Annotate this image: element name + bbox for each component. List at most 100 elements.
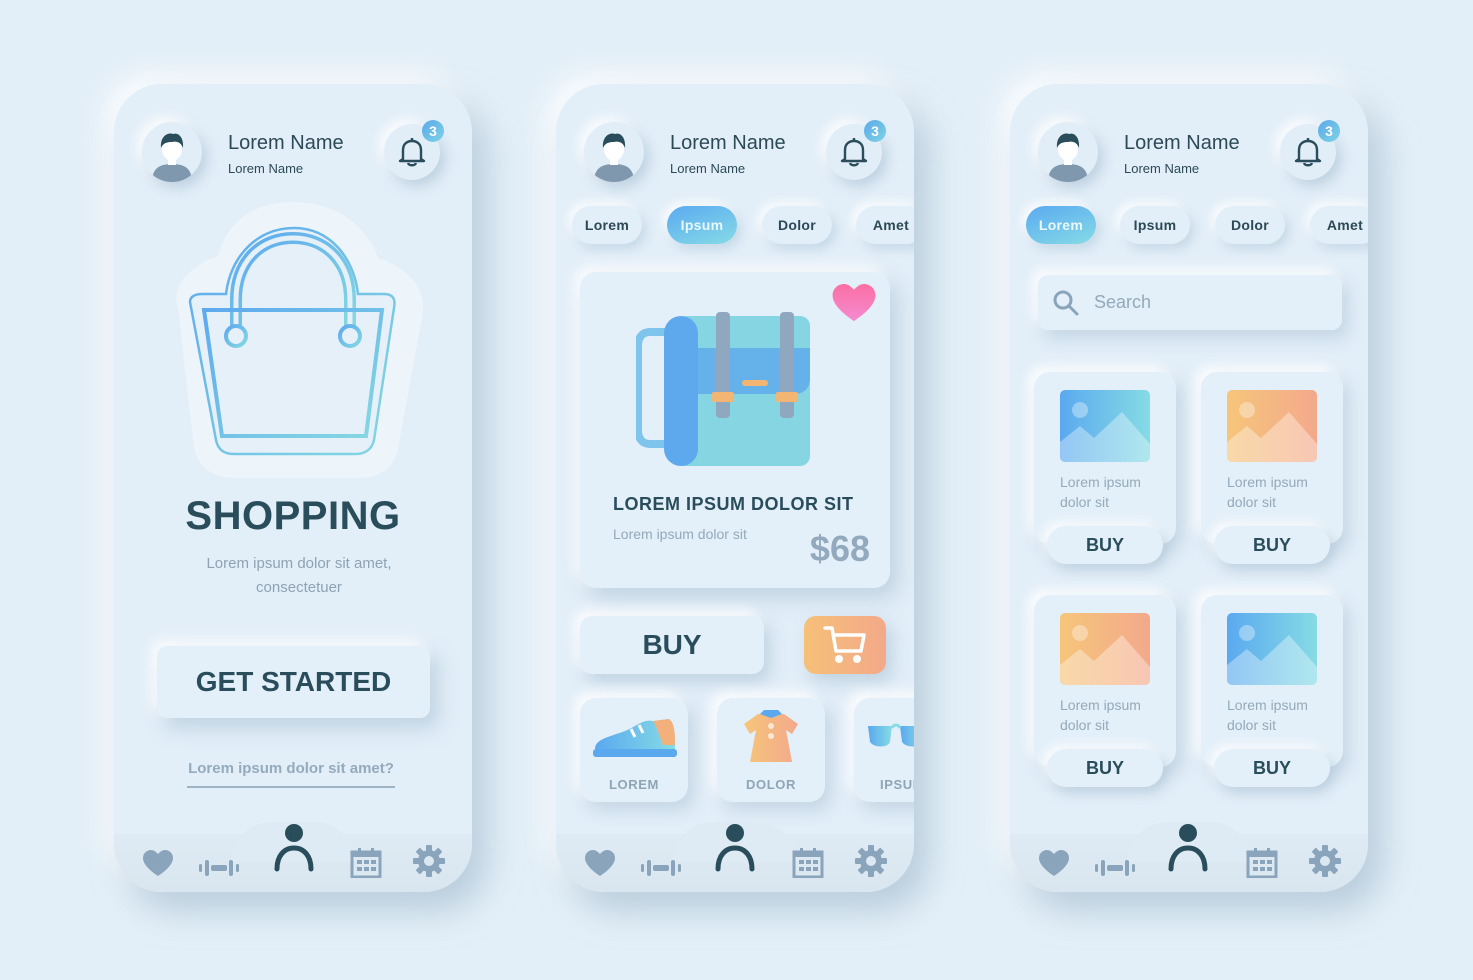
product-card[interactable]: LOREM IPSUM DOLOR SIT Lorem ipsum dolor … bbox=[580, 272, 890, 588]
chip-dolor[interactable]: Dolor bbox=[762, 206, 832, 244]
category-card-lorem[interactable]: LOREM bbox=[580, 698, 688, 802]
nav-calendar[interactable] bbox=[792, 848, 824, 878]
buy-button[interactable]: BUY bbox=[1047, 526, 1163, 564]
add-to-cart-button[interactable] bbox=[804, 616, 886, 674]
nav-profile[interactable] bbox=[272, 824, 316, 872]
dumbbell-icon bbox=[199, 860, 239, 876]
search-bar[interactable] bbox=[1038, 275, 1342, 330]
sneaker-icon bbox=[593, 719, 677, 757]
category-label: LOREM bbox=[609, 777, 659, 792]
cart-icon bbox=[823, 626, 866, 663]
nav-settings[interactable] bbox=[412, 844, 446, 878]
profile-icon bbox=[1168, 824, 1208, 872]
phone-screen-welcome: Lorem Name Lorem Name 3 SHOPPING Lorem i… bbox=[114, 84, 472, 892]
avatar[interactable] bbox=[142, 122, 202, 182]
product-tile[interactable]: Lorem ipsum dolor sit BUY bbox=[1201, 372, 1343, 564]
nav-fitness[interactable] bbox=[198, 858, 240, 878]
chip-amet[interactable]: Amet bbox=[1310, 206, 1368, 244]
avatar[interactable] bbox=[584, 122, 644, 182]
user-name: Lorem Name bbox=[1124, 132, 1240, 154]
bell-icon bbox=[840, 138, 868, 167]
phone-screen-catalog: Lorem Name Lorem Name 3 Lorem Ipsum Dolo… bbox=[1010, 84, 1368, 892]
product-tile[interactable]: Lorem ipsum dolor sit BUY bbox=[1034, 372, 1176, 564]
nav-fitness[interactable] bbox=[1094, 858, 1136, 878]
category-card-ipsum[interactable]: IPSUM bbox=[854, 698, 914, 802]
buy-button[interactable]: BUY bbox=[1214, 749, 1330, 787]
dumbbell-icon bbox=[1095, 860, 1135, 876]
nav-favorites[interactable] bbox=[1038, 850, 1070, 878]
notifications-button[interactable]: 3 bbox=[384, 120, 444, 180]
user-subtitle: Lorem Name bbox=[670, 161, 746, 176]
avatar[interactable] bbox=[1038, 122, 1098, 182]
help-link[interactable]: Lorem ipsum dolor sit amet? bbox=[187, 760, 395, 788]
buy-button[interactable]: BUY bbox=[580, 616, 764, 674]
settings-gear-icon bbox=[1309, 845, 1341, 877]
page-subtitle: Lorem ipsum dolor sit amet, consectetuer bbox=[206, 555, 392, 596]
product-thumbnail bbox=[1060, 613, 1150, 685]
image-placeholder-icon bbox=[1060, 613, 1150, 685]
chip-lorem[interactable]: Lorem bbox=[1026, 206, 1096, 244]
chip-lorem[interactable]: Lorem bbox=[572, 206, 642, 244]
product-thumbnail bbox=[1227, 390, 1317, 462]
product-tile[interactable]: Lorem ipsum dolor sit BUY bbox=[1201, 595, 1343, 787]
bottom-nav bbox=[1010, 822, 1368, 892]
notifications-button[interactable]: 3 bbox=[1280, 120, 1340, 180]
sunglasses-icon bbox=[868, 723, 914, 747]
heart-icon bbox=[585, 850, 615, 876]
page-title: SHOPPING bbox=[185, 494, 401, 538]
chip-dolor[interactable]: Dolor bbox=[1215, 206, 1285, 244]
dress-icon bbox=[744, 710, 798, 762]
nav-favorites[interactable] bbox=[584, 850, 616, 878]
user-name: Lorem Name bbox=[228, 132, 344, 154]
nav-profile[interactable] bbox=[713, 824, 757, 872]
nav-calendar[interactable] bbox=[350, 848, 382, 878]
category-chips: Lorem Ipsum Dolor Amet bbox=[1026, 206, 1368, 246]
heart-icon bbox=[1039, 850, 1069, 876]
phone-screen-product: Lorem Name Lorem Name 3 Lorem Ipsum Dolo… bbox=[556, 84, 914, 892]
chip-amet[interactable]: Amet bbox=[856, 206, 914, 244]
nav-settings[interactable] bbox=[1308, 844, 1342, 878]
nav-favorites[interactable] bbox=[142, 850, 174, 878]
settings-gear-icon bbox=[413, 845, 445, 877]
product-name: Lorem ipsum dolor sit bbox=[1227, 697, 1308, 733]
product-thumbnail bbox=[1060, 390, 1150, 462]
buy-button[interactable]: BUY bbox=[1214, 526, 1330, 564]
user-avatar-icon bbox=[152, 133, 192, 182]
chip-ipsum[interactable]: Ipsum bbox=[667, 206, 737, 244]
bell-icon bbox=[1294, 138, 1322, 167]
shopping-bag-icon bbox=[176, 202, 424, 478]
backpack-icon bbox=[634, 312, 810, 466]
product-name: Lorem ipsum dolor sit bbox=[1227, 474, 1308, 510]
image-placeholder-icon bbox=[1060, 390, 1150, 462]
profile-icon bbox=[715, 824, 755, 872]
nav-fitness[interactable] bbox=[640, 858, 682, 878]
product-name: Lorem ipsum dolor sit bbox=[1060, 474, 1141, 510]
product-description: Lorem ipsum dolor sit bbox=[613, 526, 747, 542]
buy-button[interactable]: BUY bbox=[1047, 749, 1163, 787]
user-subtitle: Lorem Name bbox=[1124, 161, 1200, 176]
nav-profile[interactable] bbox=[1166, 824, 1210, 872]
heart-icon bbox=[143, 850, 173, 876]
user-subtitle: Lorem Name bbox=[228, 161, 304, 176]
search-input[interactable] bbox=[1094, 275, 1334, 330]
notifications-button[interactable]: 3 bbox=[826, 120, 886, 180]
get-started-button[interactable]: GET STARTED bbox=[157, 646, 430, 718]
favorite-button[interactable] bbox=[830, 284, 878, 329]
dumbbell-icon bbox=[641, 860, 681, 876]
bottom-nav bbox=[114, 822, 472, 892]
hero-illustration bbox=[158, 198, 428, 482]
user-avatar-icon bbox=[594, 133, 634, 182]
chip-ipsum[interactable]: Ipsum bbox=[1120, 206, 1190, 244]
image-placeholder-icon bbox=[1227, 613, 1317, 685]
calendar-icon bbox=[1246, 848, 1278, 878]
category-card-dolor[interactable]: DOLOR bbox=[717, 698, 825, 802]
product-image bbox=[634, 312, 812, 471]
heart-icon bbox=[832, 284, 876, 322]
user-avatar-icon bbox=[1048, 133, 1088, 182]
product-name: Lorem ipsum dolor sit bbox=[1060, 697, 1141, 733]
category-label: DOLOR bbox=[746, 777, 796, 792]
product-tile[interactable]: Lorem ipsum dolor sit BUY bbox=[1034, 595, 1176, 787]
nav-settings[interactable] bbox=[854, 844, 888, 878]
nav-calendar[interactable] bbox=[1246, 848, 1278, 878]
notification-badge: 3 bbox=[422, 120, 444, 142]
